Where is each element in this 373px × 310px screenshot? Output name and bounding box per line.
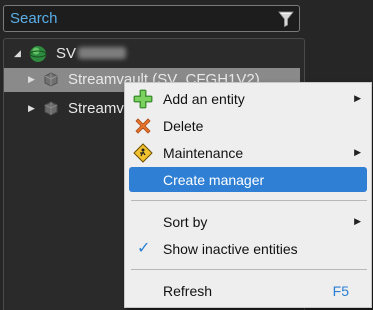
menu-item-create-manager[interactable]: Create manager (129, 167, 367, 192)
menu-separator (131, 269, 367, 270)
tree-root-node[interactable]: ◢ SV (4, 42, 304, 66)
expand-arrow-icon[interactable]: ▶ (28, 103, 35, 114)
streamvault-cube-icon (44, 101, 58, 116)
submenu-arrow-icon: ▶ (354, 93, 361, 103)
redacted-text (78, 47, 126, 59)
context-menu: Add an entity ▶ Delete Maintenance ▶ Cre… (124, 82, 372, 308)
menu-item-sort-by[interactable]: Sort by ▶ (129, 209, 367, 234)
submenu-arrow-icon: ▶ (354, 216, 361, 226)
plus-icon (133, 89, 153, 109)
menu-item-label: Maintenance (163, 145, 244, 161)
search-box[interactable] (3, 5, 300, 32)
menu-item-label: Delete (163, 118, 204, 134)
collapse-arrow-icon[interactable]: ◢ (14, 48, 21, 59)
menu-item-refresh[interactable]: Refresh F5 (129, 278, 367, 303)
delete-x-icon (135, 118, 151, 134)
streamvault-cube-icon (44, 72, 58, 87)
checkmark-icon: ✓ (137, 240, 151, 257)
maintenance-sign-icon (133, 143, 153, 163)
globe-server-icon (29, 46, 47, 62)
shortcut-label: F5 (332, 283, 349, 299)
menu-item-label: Add an entity (163, 91, 245, 107)
expand-arrow-icon[interactable]: ▶ (28, 74, 35, 85)
menu-item-label: Create manager (163, 172, 265, 188)
tree-root-label: SV (56, 45, 77, 62)
menu-item-show-inactive-entities[interactable]: ✓ Show inactive entities (129, 236, 367, 261)
submenu-arrow-icon: ▶ (354, 147, 361, 157)
menu-item-delete[interactable]: Delete (129, 113, 367, 138)
filter-funnel-icon[interactable] (277, 10, 295, 28)
menu-item-maintenance[interactable]: Maintenance ▶ (129, 140, 367, 165)
menu-separator (131, 200, 367, 201)
menu-item-label: Show inactive entities (163, 241, 298, 257)
menu-item-label: Sort by (163, 214, 208, 230)
menu-item-add-entity[interactable]: Add an entity ▶ (129, 86, 367, 111)
menu-item-label: Refresh (163, 283, 213, 299)
search-input[interactable] (10, 9, 265, 28)
